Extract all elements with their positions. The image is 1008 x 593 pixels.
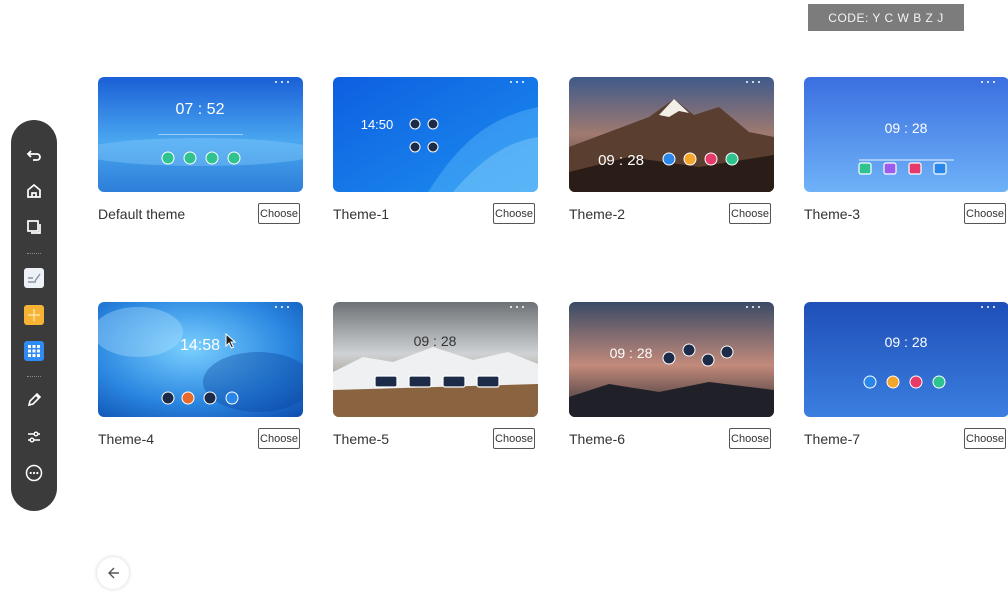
choose-button[interactable]: Choose <box>964 428 1006 449</box>
theme-name: Theme-7 <box>804 431 861 447</box>
apps-icon[interactable] <box>22 339 46 363</box>
mouse-cursor-icon <box>225 332 237 354</box>
theme-preview-2[interactable]: 09 : 28 <box>569 77 774 192</box>
theme-preview-7[interactable]: 09 : 28 <box>804 302 1008 417</box>
theme-preview-5[interactable]: 09 : 28 <box>333 302 538 417</box>
settings-icon[interactable] <box>22 425 46 449</box>
pen-icon[interactable] <box>22 388 46 412</box>
sidebar-divider <box>27 253 41 254</box>
theme-preview-time: 14:50 <box>361 117 394 132</box>
theme-name: Theme-4 <box>98 431 155 447</box>
notes-icon[interactable] <box>22 303 46 327</box>
theme-preview-time: 09 : 28 <box>885 334 928 350</box>
theme-preview-4[interactable]: 14:58 <box>98 302 303 417</box>
choose-button[interactable]: Choose <box>729 428 771 449</box>
theme-name: Theme-3 <box>804 206 861 222</box>
sidebar-divider <box>27 376 41 377</box>
theme-name: Theme-1 <box>333 206 390 222</box>
theme-preview-3[interactable]: 09 : 28 <box>804 77 1008 192</box>
home-icon[interactable] <box>22 179 46 203</box>
theme-name: Theme-5 <box>333 431 390 447</box>
more-icon[interactable] <box>22 461 46 485</box>
theme-preview-time: 09 : 28 <box>414 333 457 349</box>
theme-preview-1[interactable]: 14:50 <box>333 77 538 192</box>
windows-icon[interactable] <box>22 215 46 239</box>
arrow-left-icon <box>108 567 119 579</box>
back-button[interactable] <box>97 557 129 589</box>
theme-preview-time: 14:58 <box>180 337 220 354</box>
theme-preview-time: 09 : 28 <box>610 345 653 361</box>
theme-name: Theme-2 <box>569 206 626 222</box>
whiteboard-icon[interactable] <box>22 266 46 290</box>
theme-preview-time: 07 : 52 <box>176 101 225 118</box>
theme-preview-time: 09 : 28 <box>885 120 928 136</box>
theme-name: Theme-6 <box>569 431 626 447</box>
theme-preview-6[interactable]: 09 : 28 <box>569 302 774 417</box>
code-badge: CODE: Y C W B Z J <box>808 4 964 31</box>
choose-button[interactable]: Choose <box>729 203 771 224</box>
choose-button[interactable]: Choose <box>493 203 535 224</box>
floating-sidebar <box>11 120 57 511</box>
theme-name: Default theme <box>98 206 186 222</box>
theme-preview-time: 09 : 28 <box>598 152 644 169</box>
theme-preview-default[interactable]: 07 : 52 <box>98 77 303 192</box>
choose-button[interactable]: Choose <box>258 203 300 224</box>
choose-button[interactable]: Choose <box>964 203 1006 224</box>
back-icon[interactable] <box>22 144 46 168</box>
choose-button[interactable]: Choose <box>493 428 535 449</box>
choose-button[interactable]: Choose <box>258 428 300 449</box>
